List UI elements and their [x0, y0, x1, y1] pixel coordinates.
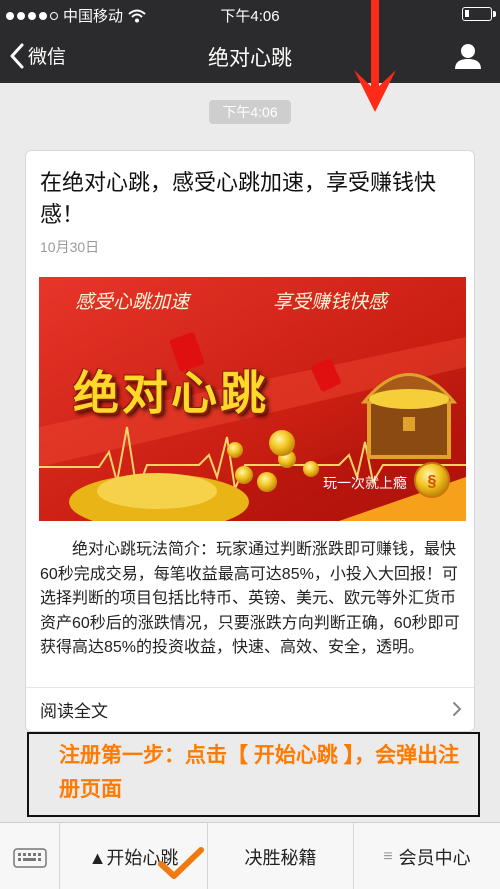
- menu-member-center[interactable]: ≡ 会员中心: [354, 823, 500, 889]
- banner-tagline: 玩一次就上瘾: [323, 475, 407, 491]
- checkmark-annotation: [158, 847, 204, 879]
- annotation-box: 注册第一步：点击【 开始心跳 】，会弹出注册页面: [27, 732, 480, 817]
- message-time-chip: 下午4:06: [209, 100, 291, 124]
- banner-slogan-right: 享受赚钱快感: [273, 292, 388, 313]
- menu-member-center-label: 会员中心: [398, 847, 471, 868]
- read-more-link[interactable]: 阅读全文: [26, 687, 474, 731]
- banner-logo-text: 绝对心跳: [73, 366, 269, 420]
- nav-bar: 微信 绝对心跳: [0, 28, 500, 83]
- read-more-label: 阅读全文: [40, 702, 108, 721]
- menu-winning-tips[interactable]: 决胜秘籍: [208, 823, 354, 889]
- menu-lines-icon: ≡: [383, 847, 393, 865]
- keyboard-toggle-button[interactable]: [0, 823, 60, 889]
- chevron-right-icon: [453, 702, 462, 716]
- article-card[interactable]: 在绝对心跳，感受心跳加速，享受赚钱快感！ 10月30日 § 感受心跳加速 享受赚…: [25, 150, 475, 732]
- menu-winning-tips-label: 决胜秘籍: [244, 847, 317, 868]
- page-title: 绝对心跳: [208, 47, 292, 70]
- article-title: 在绝对心跳，感受心跳加速，享受赚钱快感！: [40, 170, 437, 227]
- article-date: 10月30日: [40, 239, 100, 255]
- profile-icon[interactable]: [454, 42, 482, 70]
- bottom-menu-bar: ▲开始心跳 决胜秘籍 ≡ 会员中心: [0, 822, 500, 889]
- svg-text:§: §: [428, 473, 437, 490]
- annotation-text: 注册第一步：点击【 开始心跳 】，会弹出注册页面: [59, 744, 460, 801]
- status-time: 下午4:06: [220, 8, 280, 25]
- red-arrow-annotation: [354, 0, 396, 112]
- status-bar: 中国移动 下午4:06: [0, 0, 500, 28]
- article-summary: 绝对心跳玩法简介：玩家通过判断涨跌即可赚钱，最快60秒完成交易，每笔收益最高可达…: [40, 541, 460, 656]
- article-banner-image: § 感受心跳加速 享受赚钱快感 绝对心跳 玩一次就上瘾: [39, 277, 466, 521]
- battery-icon: [462, 7, 496, 21]
- keyboard-icon: [13, 848, 47, 868]
- banner-slogan-left: 感受心跳加速: [75, 292, 190, 313]
